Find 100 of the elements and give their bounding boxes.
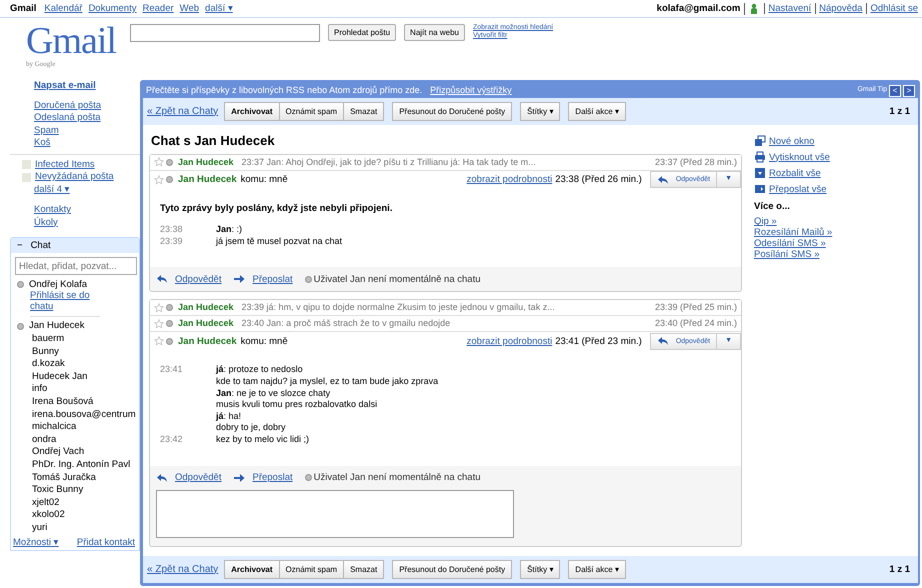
related-link[interactable]: Posílání SMS » [754, 249, 820, 260]
contact-item[interactable]: Toxic Bunny [11, 484, 139, 497]
message-snippet[interactable]: 23:39 já: hm, v qipu to dojde normalne Zkusim to jeste jednou v gmailu, tak z... [242, 302, 555, 314]
nav-link[interactable]: Dokumenty [88, 2, 136, 14]
add-contact-link[interactable]: Přidat kontakt [76, 537, 135, 550]
back-link[interactable]: « Zpět na Chaty [147, 564, 218, 576]
action-link[interactable]: Nové okno [769, 136, 814, 146]
search-button[interactable]: Prohledat poštu [328, 24, 396, 41]
nav-link[interactable]: další ▾ [205, 2, 233, 14]
action-link[interactable]: Přeposlat vše [769, 184, 827, 194]
action-link[interactable]: Rozbalit vše [769, 168, 821, 178]
details-link[interactable]: zobrazit podrobnosti [466, 174, 552, 186]
status-dot [166, 304, 173, 312]
reply-field[interactable] [156, 490, 514, 538]
contact-item[interactable]: info [11, 383, 139, 396]
label-link[interactable]: Nevyžádaná pošta [35, 171, 114, 184]
contact-item[interactable]: d.kozak [11, 358, 139, 371]
toolbar-button[interactable]: Štítky ▾ [520, 560, 560, 579]
contact-item[interactable]: Hudecek Jan [11, 370, 139, 384]
related-link[interactable]: Qip » [754, 216, 777, 228]
contact-item[interactable]: xjelt02 [11, 496, 139, 510]
header-link[interactable]: Odhlásit se [866, 2, 918, 14]
label-link[interactable]: Infected Items [35, 158, 95, 171]
reply-link[interactable]: Odpovědět [175, 472, 222, 484]
previous-button[interactable]: < [889, 84, 901, 96]
search-button[interactable]: Najít na webu [404, 24, 465, 41]
contact-item[interactable]: irena.bousova@centrum [11, 408, 139, 422]
reply-link[interactable]: Odpovědět [175, 274, 222, 286]
contact-item[interactable]: PhDr. Ing. Antonín Pavl [11, 458, 139, 472]
message-time: 23:38 [160, 224, 184, 236]
toolbar-button[interactable]: Archivovat [224, 102, 280, 121]
chat-line: Jan: :) [216, 224, 242, 236]
more-labels-link[interactable]: další 4 ▾ [34, 184, 70, 196]
chat-status-text: Uživatel Jan není momentálně na chatu [314, 472, 481, 484]
action-link[interactable]: Vytisknout vše [769, 152, 830, 162]
toolbar-button[interactable]: Přesunout do Doručené pošty [392, 102, 512, 121]
message-date: 23:40 (Před 24 min.) [654, 318, 737, 330]
chat-line: Jan: ne je to ve slozce chaty [216, 388, 330, 400]
chat-search-field[interactable]: Hledat, přidat, pozvat... [15, 257, 137, 275]
toolbar-button[interactable]: Další akce ▾ [568, 102, 626, 121]
status-dot [17, 281, 24, 288]
nav-link[interactable]: Reader [142, 2, 174, 14]
contact-item[interactable]: Tomáš Juračka [11, 472, 139, 484]
toolbar-button[interactable]: Smazat [344, 560, 384, 579]
nav-link[interactable]: Úkoly [34, 216, 58, 229]
contact-item[interactable]: michalcica [11, 421, 139, 434]
message-snippet[interactable]: 23:37 Jan: Ahoj Ondřeji, jak to jde? píšu ti z Trillianu já: Ha tak tady te m... [242, 156, 536, 168]
related-link[interactable]: Odesílání SMS » [754, 238, 826, 250]
header-link[interactable]: Nápověda [815, 2, 862, 14]
contact-item[interactable]: Ondřej Vach [11, 446, 139, 459]
toolbar-button[interactable]: Oznámit spam [280, 102, 344, 121]
contact-item[interactable]: Jan Hudecek [29, 320, 84, 333]
toolbar-button[interactable]: Archivovat [224, 560, 280, 579]
contact-item[interactable]: xkolo02 [11, 509, 139, 522]
toolbar-button[interactable]: Smazat [344, 102, 384, 121]
nav-link[interactable]: Web [180, 2, 200, 14]
folder-link[interactable]: Doručená pošta [34, 100, 102, 112]
forward-link[interactable]: Přeposlat [252, 274, 293, 286]
account-email: kolafa@gmail.com [656, 2, 740, 14]
toolbar-button[interactable]: Přesunout do Doručené pošty [392, 560, 512, 579]
printer-icon [754, 151, 766, 163]
conversation-title: Chat s Jan Hudecek [151, 133, 276, 149]
details-link[interactable]: zobrazit podrobnosti [466, 336, 552, 348]
contact-item[interactable]: yuri [11, 522, 139, 534]
message-time: 23:41 [160, 364, 184, 376]
search-field[interactable] [130, 24, 320, 42]
related-link[interactable]: Rozesílání Mailů » [754, 227, 832, 238]
toolbar-button[interactable]: Další akce ▾ [568, 560, 626, 579]
chat-toggle[interactable]: − [17, 240, 23, 252]
nav-link[interactable]: Kalendář [44, 2, 82, 14]
contact-item[interactable]: Bunny [11, 346, 139, 358]
sign-in-link[interactable]: Přihlásit se do chatu [30, 290, 100, 318]
folder-link[interactable]: Koš [34, 137, 50, 150]
nav-link[interactable]: Kontakty [34, 204, 71, 216]
sender-name: Jan Hudecek [178, 302, 234, 314]
toolbar-button[interactable]: Oznámit spam [280, 560, 344, 579]
options-link[interactable]: Možnosti ▾ [13, 537, 59, 550]
status-dot [304, 276, 312, 283]
next-button[interactable]: > [903, 84, 915, 96]
message-date: 23:39 (Před 25 min.) [654, 302, 737, 314]
forward-link[interactable]: Přeposlat [252, 472, 293, 484]
sender-name: Jan Hudecek [178, 174, 237, 186]
nav-link[interactable]: Gmail [10, 2, 36, 14]
logo: Gmail [26, 22, 118, 60]
message-snippet[interactable]: 23:40 Jan: a proč máš strach že to v gmailu nedojde [242, 318, 450, 330]
reply-icon [156, 273, 168, 286]
header-link[interactable]: Nastavení [764, 2, 812, 14]
back-link[interactable]: « Zpět na Chaty [147, 106, 218, 118]
forward-icon [754, 183, 766, 195]
recipient-text: komu: mně [240, 174, 288, 186]
compose-link[interactable]: Napsat e-mail [34, 80, 96, 92]
contact-item[interactable]: ondra [11, 434, 139, 446]
contact-item[interactable]: Irena Boušová [11, 396, 139, 409]
sender-name: Jan Hudecek [178, 156, 234, 168]
contact-item[interactable]: bauerm [11, 332, 139, 346]
folder-link[interactable]: Spam [34, 124, 59, 137]
section-heading: Více o... [754, 201, 791, 212]
reply-icon [656, 174, 669, 186]
toolbar-button[interactable]: Štítky ▾ [520, 102, 560, 121]
folder-link[interactable]: Odeslaná pošta [34, 112, 101, 124]
